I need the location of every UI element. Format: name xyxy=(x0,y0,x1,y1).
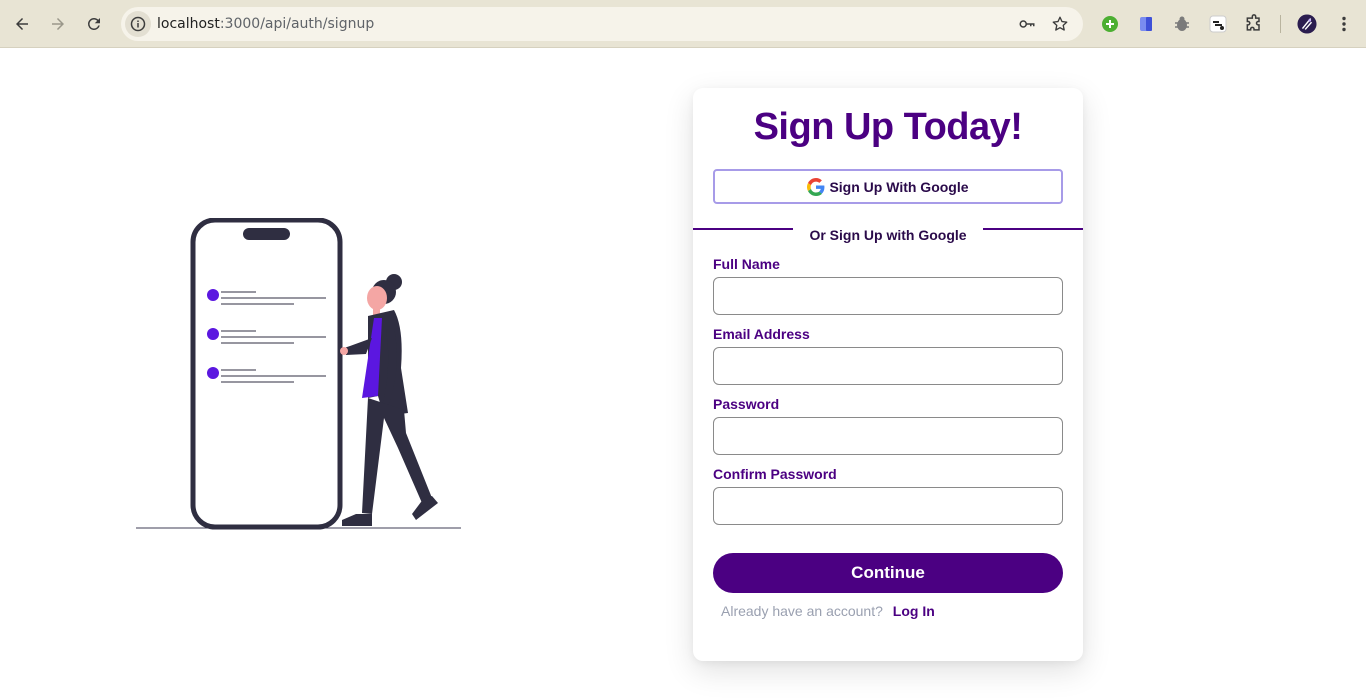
forward-icon xyxy=(52,18,64,30)
google-signup-label: Sign Up With Google xyxy=(829,178,969,195)
browser-toolbar: localhost:3000/api/auth/signup xyxy=(0,0,1366,48)
login-prompt-row: Already have an account? Log In xyxy=(721,603,935,619)
full-name-label: Full Name xyxy=(713,256,780,272)
reload-icon xyxy=(87,17,100,30)
url-path: :3000/api/auth/signup xyxy=(219,16,375,32)
email-input[interactable] xyxy=(713,347,1063,385)
google-icon xyxy=(807,177,825,196)
address-bar[interactable]: localhost:3000/api/auth/signup xyxy=(121,7,1083,41)
extension-bug-icon[interactable] xyxy=(1172,14,1192,34)
toolbar-divider xyxy=(1280,15,1281,33)
phone-notch xyxy=(243,228,290,240)
puzzle-icon[interactable] xyxy=(1244,14,1264,34)
signup-card: Sign Up Today! Sign Up With Google Or Si… xyxy=(693,88,1083,661)
menu-dots-icon[interactable] xyxy=(1334,14,1354,34)
star-icon[interactable] xyxy=(1051,15,1069,33)
continue-button[interactable]: Continue xyxy=(713,553,1063,593)
url-text: localhost:3000/api/auth/signup xyxy=(157,16,374,32)
google-signup-button[interactable]: Sign Up With Google xyxy=(713,169,1063,204)
signup-illustration xyxy=(136,218,461,530)
back-icon xyxy=(16,18,28,30)
confirm-password-input[interactable] xyxy=(713,487,1063,525)
confirm-password-label: Confirm Password xyxy=(713,466,837,482)
extension-dark-icon[interactable] xyxy=(1208,14,1228,34)
woman-figure xyxy=(340,274,438,526)
login-link[interactable]: Log In xyxy=(893,603,935,619)
extension-blue-icon[interactable] xyxy=(1136,14,1156,34)
key-icon[interactable] xyxy=(1018,15,1036,33)
password-label: Password xyxy=(713,396,780,412)
divider-line-right xyxy=(983,228,1083,230)
full-name-input[interactable] xyxy=(713,277,1063,315)
or-divider: Or Sign Up with Google xyxy=(693,225,1083,245)
email-label: Email Address xyxy=(713,326,810,342)
reload-button[interactable] xyxy=(82,12,106,36)
page-content: Sign Up Today! Sign Up With Google Or Si… xyxy=(0,48,1366,700)
password-input[interactable] xyxy=(713,417,1063,455)
page-title: Sign Up Today! xyxy=(753,106,1023,148)
profile-avatar-icon[interactable] xyxy=(1297,14,1317,34)
login-prompt-text: Already have an account? xyxy=(721,603,883,619)
info-icon[interactable] xyxy=(125,11,151,37)
back-button[interactable] xyxy=(10,12,34,36)
extension-green-icon[interactable] xyxy=(1100,14,1120,34)
url-host: localhost xyxy=(157,16,220,32)
forward-button[interactable] xyxy=(46,12,70,36)
